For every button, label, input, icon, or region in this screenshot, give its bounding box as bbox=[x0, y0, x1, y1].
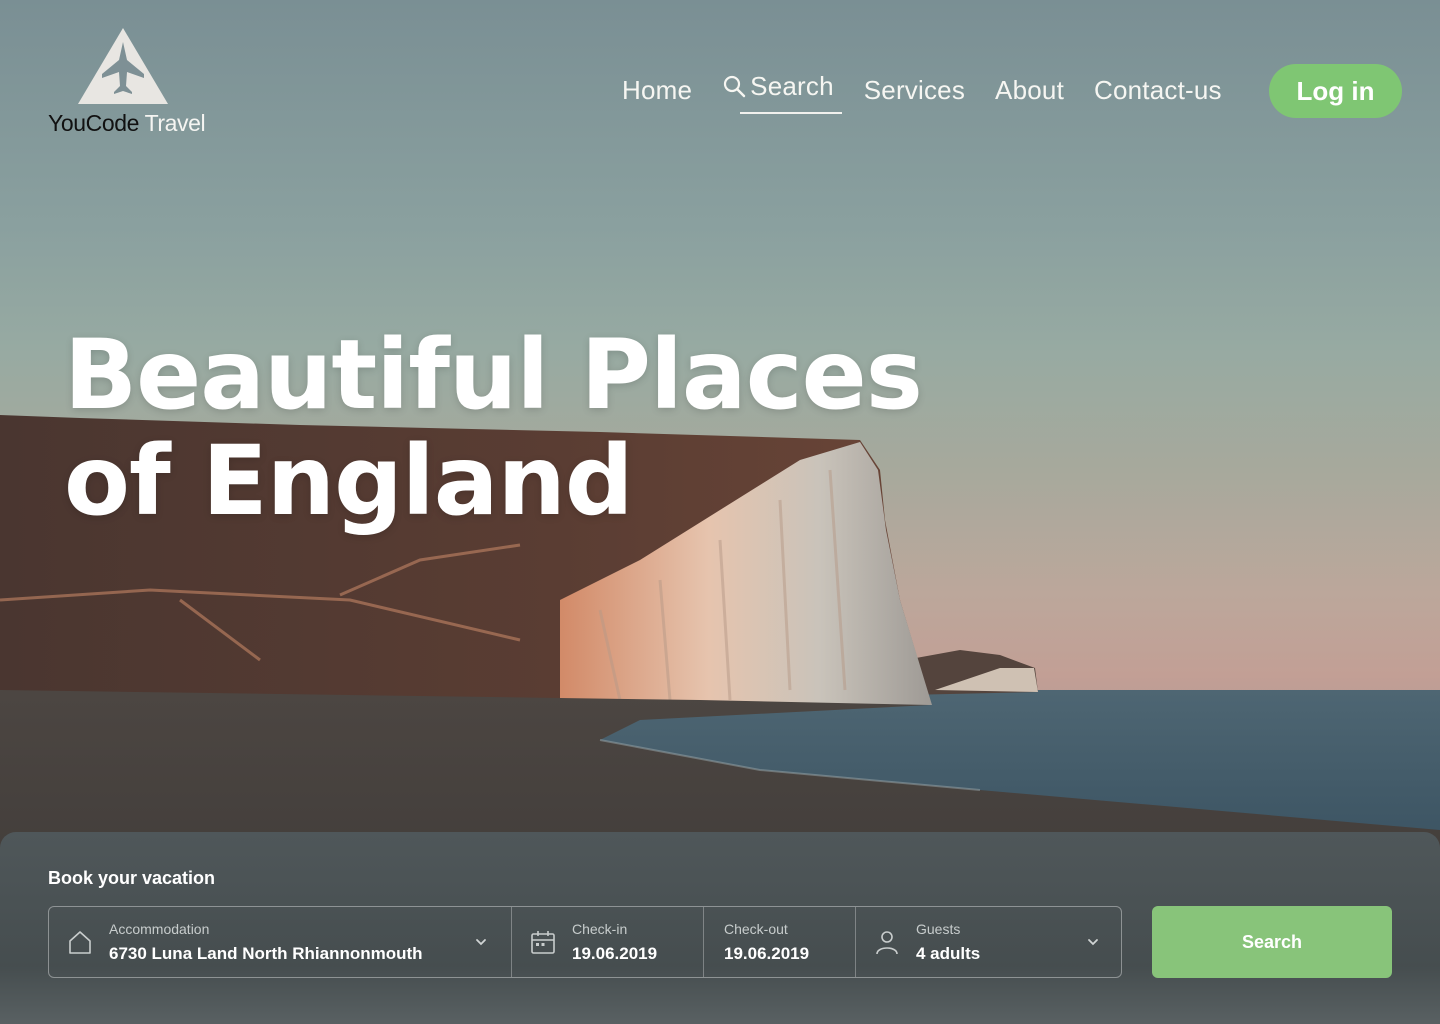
checkout-label: Check-out bbox=[724, 921, 788, 937]
nav-search-label: Search bbox=[750, 70, 834, 101]
nav-search[interactable]: Search bbox=[722, 70, 842, 114]
guests-value: 4 adults bbox=[916, 944, 981, 963]
main-nav: Home Search Services About Contact-us bbox=[622, 62, 1252, 118]
brand-logo[interactable]: YouCode Travel bbox=[48, 28, 218, 138]
nav-services[interactable]: Services bbox=[864, 75, 965, 106]
brand-name-part2: Travel bbox=[139, 110, 206, 136]
nav-about[interactable]: About bbox=[995, 75, 1064, 106]
nav-contact-us[interactable]: Contact-us bbox=[1094, 75, 1222, 106]
hero-title: Beautiful Places of England bbox=[64, 319, 923, 537]
login-button[interactable]: Log in bbox=[1269, 64, 1402, 118]
chevron-down-icon bbox=[476, 939, 486, 946]
hero-title-line2: of England bbox=[64, 425, 634, 537]
calendar-icon bbox=[531, 931, 555, 954]
accommodation-select[interactable]: Accommodation 6730 Luna Land North Rhian… bbox=[49, 907, 512, 977]
checkin-label: Check-in bbox=[572, 921, 628, 937]
checkout-field[interactable]: Check-out 19.06.2019 bbox=[704, 907, 856, 977]
checkin-value: 19.06.2019 bbox=[572, 944, 658, 963]
mountain-plane-logo-icon bbox=[78, 28, 168, 104]
home-icon bbox=[69, 931, 91, 954]
accommodation-value: 6730 Luna Land North Rhiannonmouth bbox=[109, 944, 423, 963]
checkout-value: 19.06.2019 bbox=[724, 944, 810, 963]
search-icon bbox=[724, 75, 746, 98]
guests-label: Guests bbox=[916, 921, 961, 937]
booking-panel: Book your vacation Accommodation 6730 Lu… bbox=[0, 832, 1440, 1024]
booking-title: Book your vacation bbox=[48, 868, 216, 888]
user-icon bbox=[876, 931, 898, 955]
guests-select[interactable]: Guests 4 adults bbox=[856, 907, 1121, 977]
brand-name: YouCode Travel bbox=[48, 110, 206, 137]
brand-name-part1: YouCode bbox=[48, 110, 139, 136]
hero-title-line1: Beautiful Places bbox=[64, 319, 923, 431]
search-button[interactable]: Search bbox=[1152, 906, 1392, 978]
chevron-down-icon bbox=[1088, 939, 1098, 946]
accommodation-label: Accommodation bbox=[109, 921, 210, 937]
nav-home[interactable]: Home bbox=[622, 75, 692, 106]
booking-fields: Accommodation 6730 Luna Land North Rhian… bbox=[48, 906, 1122, 978]
checkin-field[interactable]: Check-in 19.06.2019 bbox=[512, 907, 704, 977]
